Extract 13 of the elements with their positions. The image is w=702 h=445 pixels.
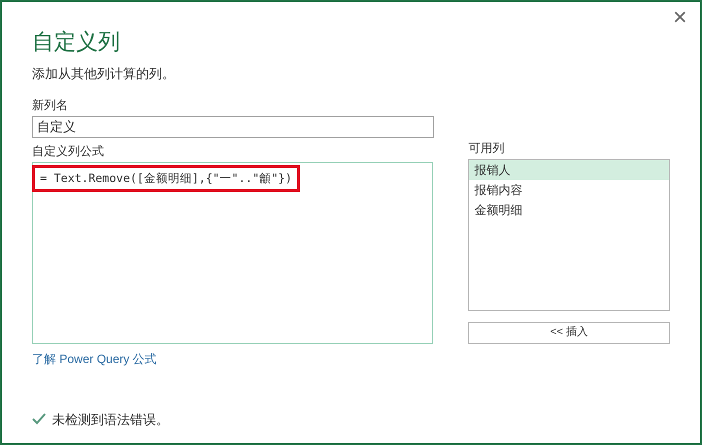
dialog-title: 自定义列 [32, 28, 121, 56]
learn-formula-link[interactable]: 了解 Power Query 公式 [32, 350, 157, 368]
dialog-subtitle: 添加从其他列计算的列。 [32, 65, 176, 83]
formula-editor[interactable]: = Text.Remove([金额明细],{"一".."龥"}) [32, 162, 434, 344]
column-name-field[interactable]: 自定义 [32, 116, 434, 138]
insert-button[interactable]: << 插入 [468, 322, 670, 344]
field-label: 可用列 [468, 140, 506, 156]
formula-text: = Text.Remove([金额明细],{"一".."龥"}) [32, 164, 300, 192]
close-button[interactable]: × [668, 6, 692, 30]
column-list-item[interactable]: 报销人 [469, 160, 669, 180]
field-label: 新列名 [32, 96, 69, 114]
field-label: 自定义列公式 [32, 142, 105, 160]
status-message: 未检测到语法错误。 [52, 410, 169, 428]
